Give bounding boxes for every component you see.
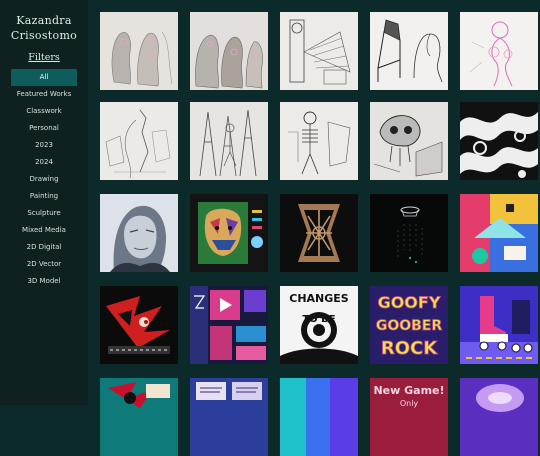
filter-2024[interactable]: 2024 xyxy=(11,154,77,171)
artwork-text-goofy: GOOFY xyxy=(378,293,441,312)
gallery-tile[interactable] xyxy=(280,194,358,272)
gallery-tile[interactable]: New Game! Only xyxy=(370,378,448,456)
filter-3d-model[interactable]: 3D Model xyxy=(11,273,77,290)
filter-all[interactable]: All xyxy=(11,69,77,86)
filter-personal[interactable]: Personal xyxy=(11,120,77,137)
artwork-text-new-game: New Game! xyxy=(373,384,444,397)
artwork-thumbnail xyxy=(190,102,268,180)
artwork-thumbnail xyxy=(460,286,538,364)
artwork-thumbnail xyxy=(370,12,448,90)
filter-2d-digital[interactable]: 2D Digital xyxy=(11,239,77,256)
artwork-thumbnail xyxy=(100,12,178,90)
gallery-tile[interactable] xyxy=(460,12,538,90)
artwork-thumbnail xyxy=(460,378,538,456)
artwork-thumbnail xyxy=(100,194,178,272)
gallery-tile[interactable] xyxy=(280,12,358,90)
gallery-tile[interactable] xyxy=(100,194,178,272)
gallery-tile[interactable] xyxy=(370,12,448,90)
filter-sculpture[interactable]: Sculpture xyxy=(11,205,77,222)
gallery-tile[interactable] xyxy=(460,378,538,456)
gallery-tile[interactable] xyxy=(190,378,268,456)
filter-featured-works[interactable]: Featured Works xyxy=(11,86,77,103)
artwork-thumbnail xyxy=(370,194,448,272)
gallery-tile[interactable] xyxy=(190,102,268,180)
filter-mixed-media[interactable]: Mixed Media xyxy=(11,222,77,239)
artwork-thumbnail xyxy=(280,378,358,456)
artwork-text-only: Only xyxy=(400,399,419,408)
artwork-thumbnail xyxy=(370,102,448,180)
artwork-text-goober: GOOBER xyxy=(376,318,443,334)
artwork-thumbnail xyxy=(280,194,358,272)
artwork-thumbnail xyxy=(460,12,538,90)
gallery-tile[interactable] xyxy=(280,102,358,180)
artwork-thumbnail xyxy=(280,102,358,180)
artwork-thumbnail xyxy=(190,194,268,272)
site-title[interactable]: Kazandra Crisostomo xyxy=(0,13,88,43)
site-title-line1: Kazandra xyxy=(16,14,72,27)
gallery-tile[interactable] xyxy=(100,286,178,364)
gallery-tile[interactable] xyxy=(370,102,448,180)
artwork-thumbnail xyxy=(100,102,178,180)
gallery-tile[interactable] xyxy=(190,12,268,90)
gallery-tile[interactable] xyxy=(460,102,538,180)
artwork-thumbnail xyxy=(100,378,178,456)
artwork-thumbnail xyxy=(190,12,268,90)
filter-classwork[interactable]: Classwork xyxy=(11,103,77,120)
artwork-thumbnail xyxy=(280,12,358,90)
site-title-line2: Crisostomo xyxy=(10,29,78,42)
artwork-thumbnail: New Game! Only xyxy=(370,378,448,456)
gallery-tile[interactable] xyxy=(370,194,448,272)
artwork-text-to-be: TO BE xyxy=(302,314,335,325)
artwork-thumbnail: CHANGES TO BE xyxy=(280,286,358,364)
artwork-thumbnail xyxy=(460,194,538,272)
artwork-thumbnail xyxy=(100,286,178,364)
artwork-thumbnail xyxy=(190,378,268,456)
artwork-text-rock: ROCK xyxy=(381,338,438,359)
gallery-tile[interactable] xyxy=(100,102,178,180)
gallery-tile[interactable]: CHANGES TO BE xyxy=(280,286,358,364)
filter-painting[interactable]: Painting xyxy=(11,188,77,205)
filter-drawing[interactable]: Drawing xyxy=(11,171,77,188)
sidebar: Kazandra Crisostomo Filters All Featured… xyxy=(0,0,88,405)
filter-list: All Featured Works Classwork Personal 20… xyxy=(11,69,77,290)
artwork-thumbnail: GOOFY GOOBER ROCK xyxy=(370,286,448,364)
gallery-tile[interactable] xyxy=(100,12,178,90)
artwork-text-changes: CHANGES xyxy=(289,292,349,305)
artwork-thumbnail xyxy=(460,102,538,180)
filters-heading: Filters xyxy=(28,52,60,63)
gallery-tile[interactable] xyxy=(100,378,178,456)
filter-2023[interactable]: 2023 xyxy=(11,137,77,154)
gallery-tile[interactable] xyxy=(190,286,268,364)
gallery-tile[interactable] xyxy=(460,194,538,272)
gallery-tile[interactable]: GOOFY GOOBER ROCK xyxy=(370,286,448,364)
gallery-tile[interactable] xyxy=(460,286,538,364)
gallery-tile[interactable] xyxy=(190,194,268,272)
gallery-tile[interactable] xyxy=(280,378,358,456)
artwork-thumbnail xyxy=(190,286,268,364)
filter-2d-vector[interactable]: 2D Vector xyxy=(11,256,77,273)
